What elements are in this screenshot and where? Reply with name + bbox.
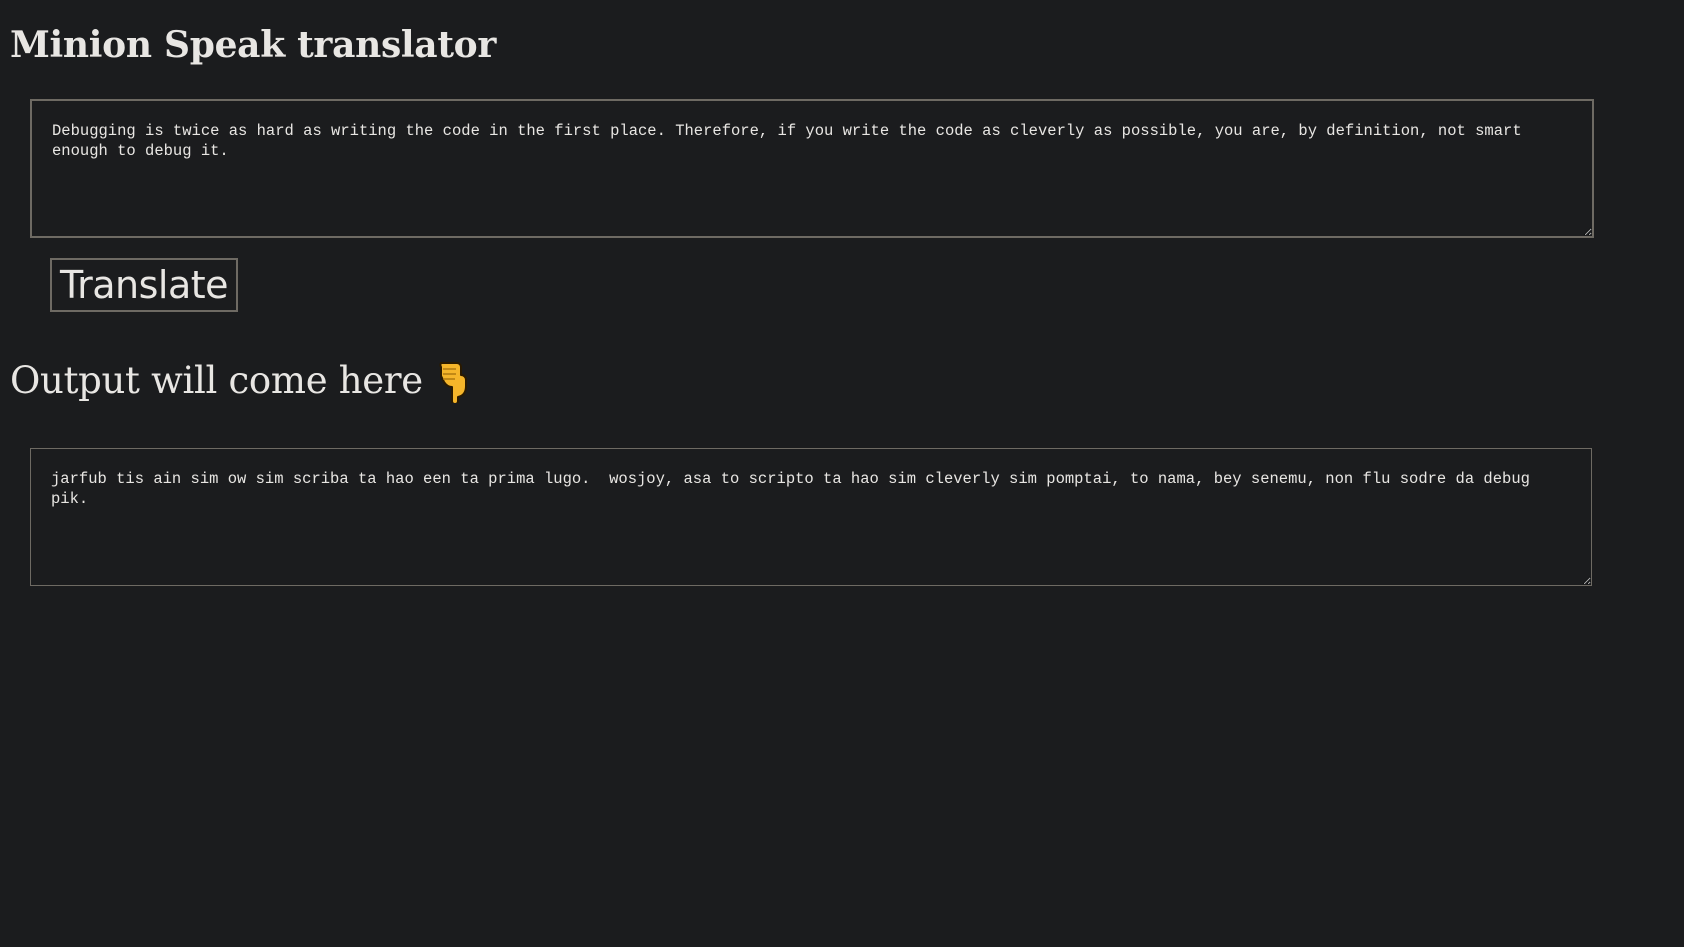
page-title: Minion Speak translator xyxy=(10,24,497,66)
output-heading: Output will come here xyxy=(10,358,471,405)
pointing-down-hand-icon xyxy=(437,359,471,405)
output-heading-text: Output will come here xyxy=(10,359,423,402)
input-textarea[interactable]: Debugging is twice as hard as writing th… xyxy=(30,99,1594,238)
output-textarea[interactable]: jarfub tis ain sim ow sim scriba ta hao … xyxy=(30,448,1592,586)
translate-button[interactable]: Translate xyxy=(50,258,238,312)
